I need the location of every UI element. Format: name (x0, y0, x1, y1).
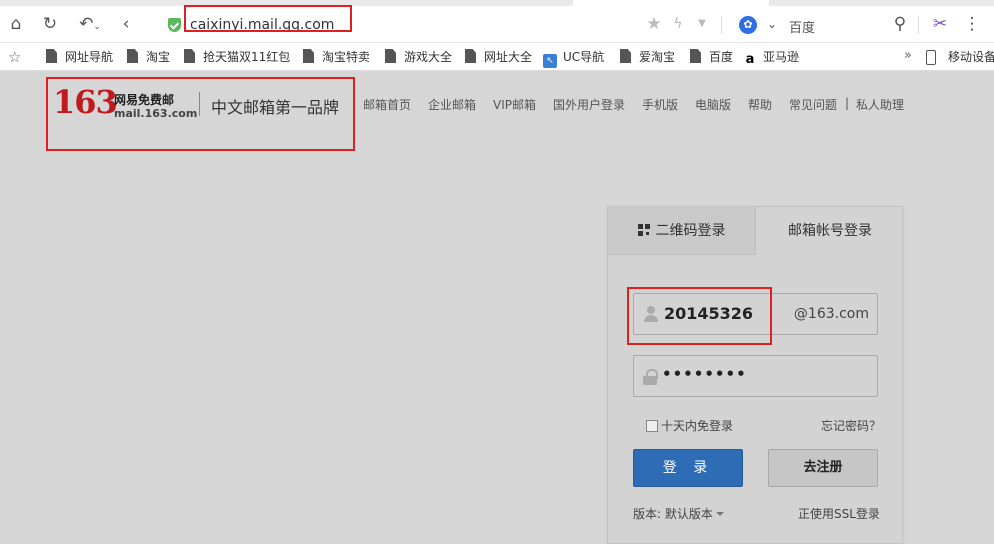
version-selector[interactable]: 版本: 默认版本 (633, 505, 724, 522)
bookmark-star-icon[interactable]: ☆ (8, 48, 21, 66)
document-icon (690, 49, 701, 63)
nav-assistant[interactable]: 私人助理 (856, 96, 904, 113)
secure-shield-icon (168, 18, 181, 32)
home-icon[interactable]: ⌂ (6, 14, 26, 34)
username-highlight-box (627, 287, 772, 345)
document-icon (46, 49, 57, 63)
nav-vip-mail[interactable]: VIP邮箱 (493, 96, 536, 113)
password-input[interactable]: •••••••• (662, 365, 747, 383)
document-icon (303, 49, 314, 63)
refresh-icon[interactable]: ↻ (40, 14, 60, 34)
back-icon[interactable]: ‹ (116, 14, 136, 34)
header-highlight-box (46, 77, 355, 151)
dropdown-icon[interactable]: ▼ (692, 14, 712, 34)
toolbar-divider (721, 16, 722, 34)
nav-mail-home[interactable]: 邮箱首页 (363, 96, 411, 113)
document-icon (620, 49, 631, 63)
nav-help[interactable]: 帮助 (748, 96, 772, 113)
lightning-icon[interactable]: ϟ (668, 14, 688, 34)
domain-suffix: @163.com (793, 306, 869, 322)
document-icon (465, 49, 476, 63)
bookmark-item[interactable]: 淘宝特卖 (303, 49, 370, 65)
login-button[interactable]: 登 录 (633, 449, 743, 487)
browser-toolbar: ⌂ ↻ ↶⌄ ‹ caixinyi.mail.qq.com ★ ϟ ▼ ✿ ⌄ … (0, 6, 994, 43)
document-icon (127, 49, 138, 63)
bookmark-item[interactable]: 游戏大全 (385, 49, 452, 65)
bookmark-item[interactable]: 抢天猫双11红包 (184, 49, 290, 65)
scissors-icon[interactable]: ✂ (930, 14, 950, 34)
document-icon (385, 49, 396, 63)
nav-mobile[interactable]: 手机版 (642, 96, 678, 113)
password-field[interactable]: •••••••• (633, 355, 878, 397)
forgot-password-link[interactable]: 忘记密码？ (821, 417, 881, 434)
undo-icon[interactable]: ↶⌄ (76, 14, 104, 34)
star-icon[interactable]: ★ (644, 14, 664, 34)
nav-overseas-login[interactable]: 国外用户登录 (553, 96, 625, 113)
baidu-paw-icon[interactable]: ✿ (739, 16, 757, 34)
mobile-device-icon (926, 50, 936, 65)
bookmarks-bar: ☆ 网址导航 淘宝 抢天猫双11红包 淘宝特卖 游戏大全 网址大全 ↖ UC导航 … (0, 43, 994, 71)
ssl-status[interactable]: 正使用SSL登录 (798, 505, 880, 522)
bookmark-item[interactable]: ↖ UC导航 (543, 49, 604, 68)
qr-code-icon (637, 224, 650, 236)
search-engine-label[interactable]: 百度 (789, 17, 815, 36)
nav-faq[interactable]: 常见问题 (789, 96, 837, 113)
url-highlight-box (184, 5, 352, 32)
amazon-icon: a (745, 52, 755, 67)
nav-enterprise-mail[interactable]: 企业邮箱 (428, 96, 476, 113)
remember-checkbox[interactable] (646, 420, 658, 432)
mobile-device-link[interactable]: 移动设备 (948, 49, 994, 65)
tab-account-login[interactable]: 邮箱帐号登录 (756, 207, 904, 255)
nav-desktop[interactable]: 电脑版 (695, 96, 731, 113)
bookmarks-more-button[interactable]: » (904, 48, 912, 63)
bookmark-item[interactable]: 爱淘宝 (620, 49, 675, 65)
bookmark-item[interactable]: 网址大全 (465, 49, 532, 65)
search-icon[interactable]: ⚲ (890, 14, 910, 34)
toolbar-divider (918, 16, 919, 34)
document-icon (184, 49, 195, 63)
engine-chevron-icon[interactable]: ⌄ (762, 14, 782, 34)
remember-me[interactable]: 十天内免登录 (646, 417, 733, 434)
uc-icon: ↖ (543, 54, 557, 68)
menu-dots-icon[interactable]: ⋮ (962, 14, 982, 34)
lock-icon (643, 369, 658, 385)
bookmark-item[interactable]: 网址导航 (46, 49, 113, 65)
register-button[interactable]: 去注册 (768, 449, 878, 487)
nav-separator: | (845, 96, 850, 110)
tab-qr-login[interactable]: 二维码登录 (608, 207, 756, 255)
bookmark-item[interactable]: a 亚马逊 (743, 49, 799, 67)
bookmark-item[interactable]: 百度 (690, 49, 733, 65)
bookmark-item[interactable]: 淘宝 (127, 49, 170, 65)
caret-down-icon (715, 512, 724, 516)
